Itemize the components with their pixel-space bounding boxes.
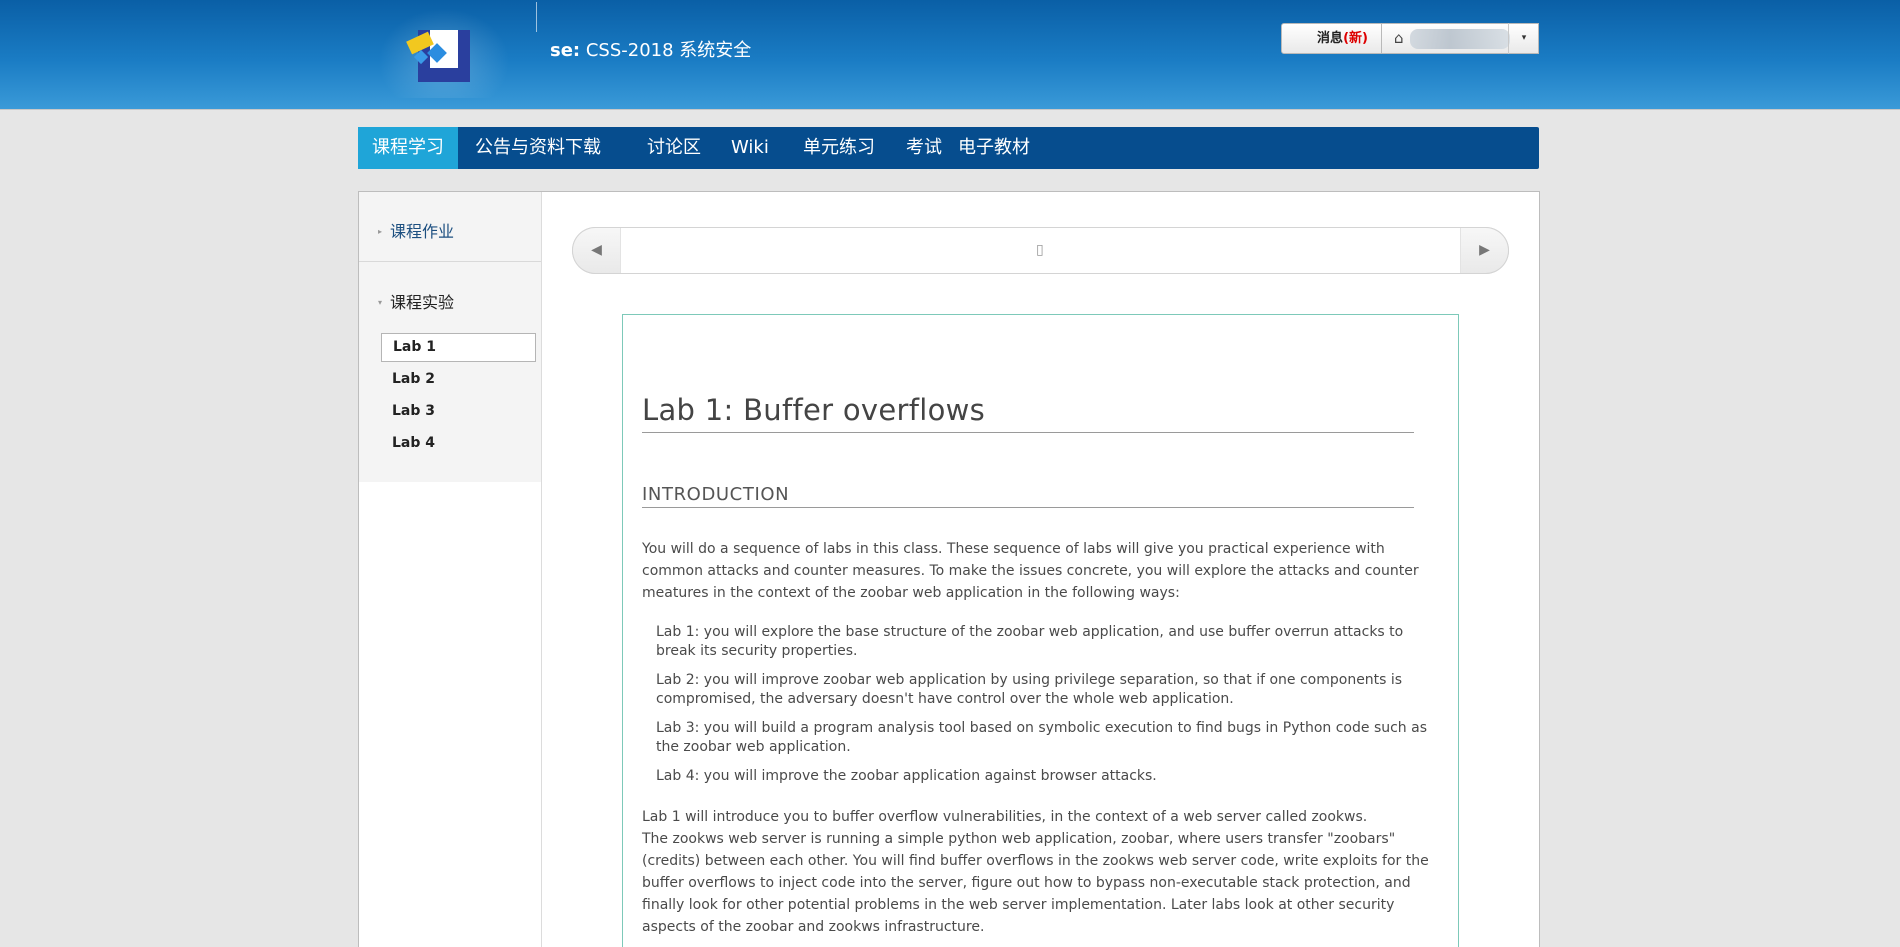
document-title: Lab 1: Buffer overflows [642, 393, 986, 427]
sidebar-lab-4[interactable]: Lab 4 [381, 430, 536, 459]
course-title: se: CSS-2018 系统安全 [550, 36, 751, 62]
sidebar-separator [359, 261, 541, 262]
list-item: Lab 1: you will explore the base structu… [656, 624, 1404, 659]
next-page-button[interactable]: ▶ [1461, 227, 1509, 274]
intro-paragraph: You will do a sequence of labs in this c… [642, 541, 1419, 601]
course-title-prefix: se: [550, 40, 581, 61]
list-item: Lab 2: you will improve zoobar web appli… [656, 672, 1403, 707]
page-icon: ▯ [1036, 242, 1044, 258]
chevron-down-icon[interactable]: ▾ [1508, 23, 1539, 54]
messages-button[interactable]: 消息(新) [1281, 23, 1382, 54]
nav-item-forum[interactable]: 讨论区 [633, 127, 715, 169]
nav-item-textbook[interactable]: 电子教材 [944, 127, 1044, 169]
messages-new-badge: (新) [1343, 31, 1368, 46]
arrow-right-icon: ▶ [1479, 242, 1490, 258]
nav-item-announcements[interactable]: 公告与资料下载 [461, 127, 615, 169]
section-heading: INTRODUCTION [642, 484, 790, 505]
course-title-text: CSS-2018 系统安全 [585, 40, 752, 61]
sidebar-item-labs[interactable]: ▾ 课程实验 [378, 289, 454, 313]
list-item: Lab 4: you will improve the zoobar appli… [656, 768, 1157, 784]
logo-graphic [406, 30, 470, 82]
main-nav: 课程学习 公告与资料下载 讨论区 Wiki 单元练习 考试 电子教材 [358, 127, 1539, 169]
caret-right-icon: ▸ [378, 227, 383, 236]
list-item: Lab 3: you will build a program analysis… [656, 720, 1427, 755]
nav-item-exercises[interactable]: 单元练习 [789, 127, 889, 169]
header-divider [536, 2, 537, 32]
section-underline [642, 507, 1414, 508]
site-logo[interactable] [378, 8, 510, 98]
lab1-intro-line: Lab 1 will introduce you to buffer overf… [642, 809, 1368, 825]
sidebar-divider [541, 192, 542, 947]
user-name-redacted [1410, 29, 1510, 49]
sidebar-lab-2[interactable]: Lab 2 [381, 366, 536, 395]
previous-page-button[interactable]: ◀ [572, 227, 620, 274]
sidebar-lab-1[interactable]: Lab 1 [381, 333, 536, 362]
caret-down-icon: ▾ [378, 298, 383, 307]
title-underline [642, 432, 1414, 433]
home-icon: ⌂ [1394, 29, 1404, 47]
nav-item-wiki[interactable]: Wiki [717, 127, 783, 169]
sidebar-item-assignments[interactable]: ▸ 课程作业 [378, 218, 454, 242]
sidebar-item-label: 课程作业 [390, 222, 455, 241]
arrow-left-icon: ◀ [591, 242, 602, 258]
sidebar-lab-3[interactable]: Lab 3 [381, 398, 536, 427]
sidebar-item-label: 课程实验 [390, 293, 455, 312]
messages-label: 消息 [1317, 31, 1344, 46]
nav-item-course-study[interactable]: 课程学习 [358, 127, 458, 169]
site-header [0, 0, 1900, 110]
lab1-description: The zookws web server is running a simpl… [642, 831, 1429, 935]
